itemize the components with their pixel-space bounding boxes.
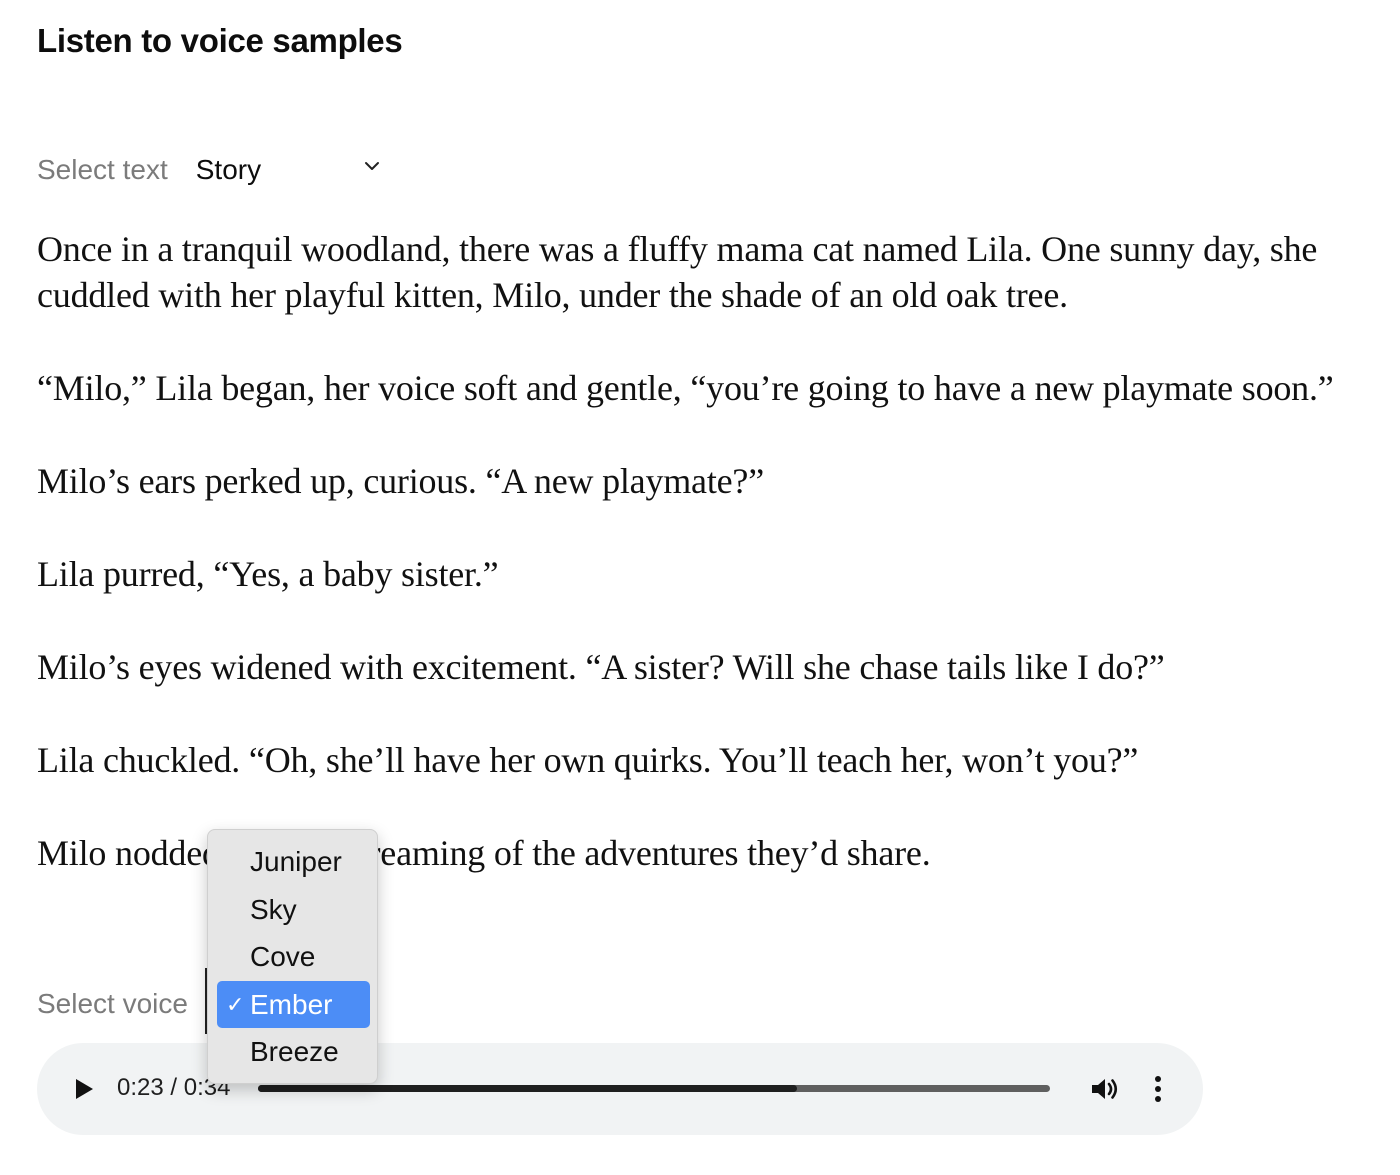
voice-option-label: Juniper (250, 846, 342, 877)
progress-fill (258, 1085, 797, 1092)
play-icon[interactable] (73, 1077, 95, 1101)
story-paragraph: “Milo,” Lila began, her voice soft and g… (37, 368, 1334, 408)
story-paragraph: Milo’s ears perked up, curious. “A new p… (37, 461, 764, 501)
voice-option-sky[interactable]: Sky (217, 886, 370, 933)
voice-option-cove[interactable]: Cove (217, 933, 370, 980)
select-text-label: Select text (37, 154, 168, 185)
voice-option-juniper[interactable]: Juniper (217, 838, 370, 885)
text-select-value: Story (195, 154, 262, 185)
voice-option-label: Cove (250, 941, 316, 972)
text-select-dropdown[interactable]: Story (196, 150, 386, 190)
voice-option-breeze[interactable]: Breeze (217, 1028, 370, 1075)
voice-option-label: Sky (250, 894, 297, 925)
voice-option-label: Breeze (250, 1036, 339, 1067)
story-paragraph: Lila purred, “Yes, a baby sister.” (37, 554, 499, 594)
more-vertical-icon[interactable] (1149, 1075, 1167, 1103)
page-title: Listen to voice samples (37, 22, 403, 59)
select-voice-label: Select voice (37, 988, 188, 1019)
select-voice-row: Select voice (37, 984, 188, 1024)
story-paragraph: Milo’s eyes widened with excitement. “A … (37, 647, 1165, 687)
volume-icon[interactable] (1089, 1074, 1119, 1104)
story-paragraph: Lila chuckled. “Oh, she’ll have her own … (37, 740, 1139, 780)
voice-options-menu: Juniper Sky Cove ✓ Ember Breeze (207, 829, 378, 1084)
story-paragraph: Once in a tranquil woodland, there was a… (37, 229, 1318, 315)
progress-slider[interactable] (258, 1085, 1050, 1092)
voice-option-ember[interactable]: ✓ Ember (217, 981, 370, 1028)
chevron-down-icon (364, 162, 379, 170)
check-icon: ✓ (226, 992, 245, 1017)
voice-option-label: Ember (250, 989, 333, 1020)
story-text: Once in a tranquil woodland, there was a… (37, 226, 1377, 923)
select-text-row: Select text Story (37, 150, 386, 190)
